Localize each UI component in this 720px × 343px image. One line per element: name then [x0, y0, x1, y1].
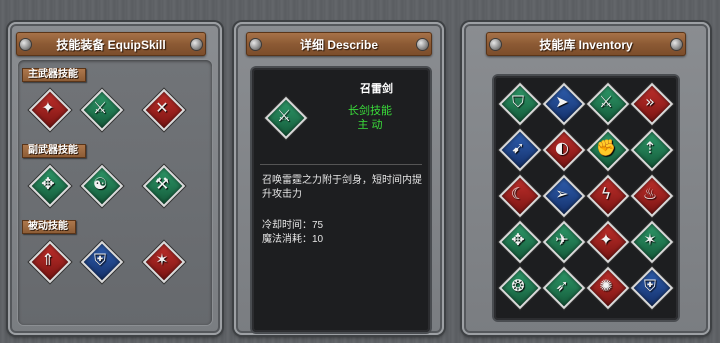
bolt-icon — [20, 39, 31, 50]
thunder-sword-icon[interactable]: ⚔ — [586, 82, 630, 126]
cross-blades-icon[interactable]: ✕ — [142, 88, 186, 132]
thunder-sword-icon[interactable]: ⚔ — [80, 88, 124, 132]
mana-cost-stat: 魔法消耗：10 — [262, 234, 324, 245]
equip-skill-header: 技能装备 EquipSkill — [16, 32, 206, 56]
flame-icon[interactable]: ♨ — [630, 174, 674, 218]
speed-boots-icon[interactable]: » — [630, 82, 674, 126]
inventory-header: 技能库 Inventory — [486, 32, 686, 56]
divider — [260, 164, 422, 165]
secondary-weapon-label: 副武器技能 — [22, 144, 86, 158]
leap-attack-icon[interactable]: ✈ — [542, 220, 586, 264]
sword-shield-icon[interactable]: ⛉ — [498, 82, 542, 126]
lightning-icon[interactable]: ϟ — [586, 174, 630, 218]
equip-skill-panel: 技能装备 EquipSkill 主武器技能 副武器技能 被动技能 ✦ ⚔ ✕ ✥ ☯ ⚒ ⇑… — [8, 22, 222, 335]
sword-chevron-icon[interactable]: ⇑ — [28, 240, 72, 284]
cooldown-stat: 冷却时间：75 — [262, 220, 324, 231]
skill-mode: 主 动 — [357, 119, 383, 131]
dash-kick-icon[interactable]: ➤ — [542, 82, 586, 126]
inventory-panel: 技能库 Inventory ⛉ ➤ ⚔» ➹ ◐ ✊ ⇡ ☾ ➢ ϟ ♨ ✥ ✈ ✦ ✶ ❂ ➶ ✺ ⛨ — [462, 22, 710, 335]
skill-name: 召雷剑 — [360, 83, 393, 95]
equip-skill-body: 主武器技能 副武器技能 被动技能 ✦ ⚔ ✕ ✥ ☯ ⚒ ⇑ ⛨ ✶ — [18, 60, 212, 325]
describe-box: ⚔ 召雷剑 长剑技能 主 动 召唤雷霆之力附于剑身，短时间内提升攻击力 冷却时间… — [252, 68, 430, 332]
swirl-icon[interactable]: ❂ — [498, 266, 542, 310]
describe-title: 详细 Describe — [299, 37, 379, 52]
dragon-slash-icon[interactable]: ✦ — [28, 88, 72, 132]
sprint-icon[interactable]: ➶ — [542, 266, 586, 310]
whirl-slash-icon[interactable]: ◐ — [542, 128, 586, 172]
meditation-icon[interactable]: ☯ — [80, 164, 124, 208]
crescent-slash-icon[interactable]: ☾ — [498, 174, 542, 218]
bolt-icon — [490, 39, 501, 50]
inventory-title: 技能库 Inventory — [539, 37, 633, 52]
bolt-icon — [417, 39, 428, 50]
burst-icon[interactable]: ✺ — [586, 266, 630, 310]
skill-description: 召唤雷霆之力附于剑身，短时间内提升攻击力 — [262, 175, 422, 200]
fist-icon[interactable]: ✊ — [586, 128, 630, 172]
warrior-stance-icon[interactable]: ✶ — [630, 220, 674, 264]
dragon-slash-icon[interactable]: ✦ — [586, 220, 630, 264]
thunder-sword-icon: ⚔ — [264, 96, 308, 140]
arrow-strike-icon[interactable]: ➢ — [542, 174, 586, 218]
bolt-icon — [250, 39, 261, 50]
axe-icon[interactable]: ⚒ — [142, 164, 186, 208]
bolt-icon — [191, 39, 202, 50]
charge-icon[interactable]: ➹ — [498, 128, 542, 172]
passive-skill-label: 被动技能 — [22, 220, 76, 234]
primary-weapon-label: 主武器技能 — [22, 68, 86, 82]
winged-sword-icon[interactable]: ✥ — [28, 164, 72, 208]
bolt-icon — [671, 39, 682, 50]
winged-sword-icon[interactable]: ✥ — [498, 220, 542, 264]
shield-icon[interactable]: ⛨ — [80, 240, 124, 284]
describe-panel: 详细 Describe ⚔ 召雷剑 长剑技能 主 动 召唤雷霆之力附于剑身，短时… — [234, 22, 444, 335]
describe-header: 详细 Describe — [246, 32, 432, 56]
equip-skill-title: 技能装备 EquipSkill — [56, 37, 166, 52]
sword-star-icon[interactable]: ✶ — [142, 240, 186, 284]
spear-icon[interactable]: ⇡ — [630, 128, 674, 172]
guard-icon[interactable]: ⛨ — [630, 266, 674, 310]
inventory-grid: ⛉ ➤ ⚔» ➹ ◐ ✊ ⇡ ☾ ➢ ϟ ♨ ✥ ✈ ✦ ✶ ❂ ➶ ✺ ⛨ — [494, 76, 678, 320]
